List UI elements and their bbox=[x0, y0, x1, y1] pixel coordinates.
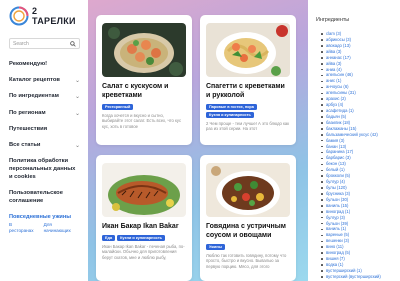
recipe-tag[interactable]: Ресторанный bbox=[102, 103, 134, 110]
nav-item-by-ingredients[interactable]: По ингредиентам ⌄ bbox=[9, 93, 80, 101]
recipe-tags: Паровые в гостях, пора Кухня и кулинарно… bbox=[206, 103, 290, 118]
ingredients-title: Ингредиенты bbox=[316, 17, 350, 23]
recipe-tag[interactable]: Паровые в гостях, пора bbox=[206, 103, 257, 110]
recipe-title[interactable]: Салат с кускусом и креветками bbox=[102, 83, 186, 101]
nav-item-travel[interactable]: Путешествия bbox=[9, 126, 80, 134]
recipe-tags: Еда Кухни и кулинарность bbox=[102, 234, 186, 241]
recipe-tags: Ресторанный bbox=[102, 103, 186, 110]
search-input[interactable] bbox=[10, 40, 72, 47]
chevron-down-icon[interactable]: ⌄ bbox=[75, 93, 80, 101]
recipe-tag[interactable]: Кухня и кулинарность bbox=[206, 111, 254, 118]
search-icon[interactable] bbox=[70, 41, 76, 49]
recipe-title[interactable]: Говядина с устричным соусом и овощами bbox=[206, 223, 290, 241]
left-sidebar: 2 ТАРЕЛКИ Рекомендую! Каталог рецептов ⌄… bbox=[0, 0, 88, 281]
nav-item-all-articles[interactable]: Все статьи ⌄ bbox=[9, 142, 80, 150]
logo-icon bbox=[9, 6, 29, 26]
recipe-description: 2 Чем проще - тем лучше! А это блюдо как… bbox=[206, 120, 290, 132]
nav-item-label: Политика обработки персональных данных и… bbox=[9, 158, 76, 180]
chevron-down-icon[interactable]: ⌄ bbox=[75, 142, 80, 150]
nav-item-user-agreement[interactable]: Пользовательское соглашение bbox=[9, 190, 80, 206]
nav-item-label: Рекомендую! bbox=[9, 61, 48, 67]
recipe-photo[interactable] bbox=[206, 163, 290, 217]
ingredients-panel: Ингредиенты clam (3) абрикосы (3) авокадо … bbox=[308, 0, 400, 281]
ingredient-link[interactable]: вустерский (вустерширский) bbox=[321, 274, 394, 280]
recipe-card[interactable]: Салат с кускусом и креветками Ресторанны… bbox=[96, 15, 192, 145]
ingredients-list: clam (3) абрикосы (3) авокадо (13) айва (3)… bbox=[316, 31, 394, 280]
nav-item-by-regions[interactable]: По регионам ⌄ bbox=[9, 110, 80, 118]
nav-item-label: Каталог рецептов bbox=[9, 77, 60, 83]
nav-item-label: Путешествия bbox=[9, 125, 48, 132]
recipe-photo[interactable] bbox=[206, 23, 290, 77]
nav-item-label: По ингредиентам bbox=[9, 93, 59, 100]
sidebar-footer-title[interactable]: Повседневные ужины bbox=[9, 214, 80, 220]
recipe-title[interactable]: Икан Бакар Ikan Bakar bbox=[102, 223, 186, 232]
recipe-tag[interactable]: Ужины bbox=[206, 243, 225, 250]
recipe-description: Когда хочется и вкусно и сытно, выбирайт… bbox=[102, 112, 182, 129]
recipe-title[interactable]: Спагетти с креветками и рукколой bbox=[206, 83, 290, 101]
chevron-down-icon[interactable]: ⌄ bbox=[75, 110, 80, 118]
recipe-description: Икан Бакар Ikan Bakar - печеная рыба, по… bbox=[102, 243, 185, 261]
nav-item-privacy-policy[interactable]: Политика обработки персональных данных и… bbox=[9, 158, 80, 181]
nav-item-label: Все статьи bbox=[9, 141, 41, 148]
recipe-card[interactable]: Говядина с устричным соусом и овощами Уж… bbox=[200, 155, 296, 281]
site-logo[interactable]: 2 ТАРЕЛКИ bbox=[9, 6, 80, 26]
nav-item-recommend[interactable]: Рекомендую! bbox=[9, 61, 80, 69]
recipe-card[interactable]: Спагетти с креветками и рукколой Паровые… bbox=[200, 15, 296, 145]
recipe-photo[interactable] bbox=[102, 23, 186, 77]
recipe-description: Люблю так готовить говядину, потому что … bbox=[206, 252, 287, 269]
recipe-grid: Салат с кускусом и креветками Ресторанны… bbox=[96, 0, 296, 281]
search-box bbox=[9, 38, 80, 49]
nav-item-label: Пользовательское соглашение bbox=[9, 189, 63, 204]
chevron-down-icon[interactable]: ⌄ bbox=[75, 77, 80, 85]
brand-name: 2 ТАРЕЛКИ bbox=[32, 6, 76, 26]
recipe-photo[interactable] bbox=[102, 163, 186, 217]
recipe-tag[interactable]: Кухни и кулинарность bbox=[117, 234, 166, 241]
recipe-tags: Ужины bbox=[206, 243, 290, 250]
sidebar-footer-link[interactable]: В ресторанах bbox=[9, 222, 38, 234]
recipe-tag[interactable]: Еда bbox=[102, 234, 116, 241]
sidebar-footer-links: В ресторанах Для начинающих bbox=[9, 222, 80, 234]
nav-item-recipe-catalog[interactable]: Каталог рецептов ⌄ bbox=[9, 77, 80, 85]
sidebar-footer-link[interactable]: Для начинающих bbox=[44, 222, 80, 234]
nav-item-label: По регионам bbox=[9, 109, 46, 116]
recipe-card[interactable]: Икан Бакар Ikan Bakar Еда Кухни и кулина… bbox=[96, 155, 192, 281]
